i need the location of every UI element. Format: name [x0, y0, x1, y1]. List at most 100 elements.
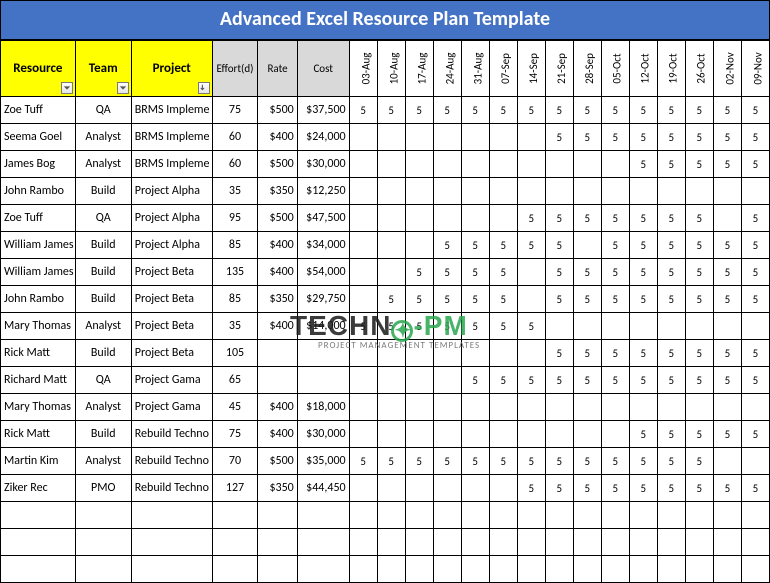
cell-day[interactable]	[433, 151, 461, 178]
cell-day[interactable]: 5	[629, 367, 657, 394]
cell-day[interactable]: 5	[489, 97, 517, 124]
cell-rate[interactable]: $500	[258, 448, 297, 475]
cell-day[interactable]: 5	[629, 205, 657, 232]
cell-resource[interactable]: William James	[1, 259, 76, 286]
cell-day[interactable]: 5	[657, 286, 685, 313]
cell-day[interactable]: 5	[741, 421, 769, 448]
cell-rate[interactable]: $400	[258, 259, 297, 286]
header-project[interactable]: Project	[131, 41, 212, 97]
cell-empty[interactable]	[75, 502, 131, 529]
cell-empty[interactable]	[489, 529, 517, 556]
cell-day[interactable]: 5	[573, 448, 601, 475]
cell-cost[interactable]: $37,500	[297, 97, 349, 124]
cell-project[interactable]: Project Beta	[131, 313, 212, 340]
cell-resource[interactable]: Mary Thomas	[1, 313, 76, 340]
cell-day[interactable]	[657, 178, 685, 205]
cell-day[interactable]: 5	[433, 313, 461, 340]
cell-empty[interactable]	[1, 529, 76, 556]
cell-cost[interactable]: $14,000	[297, 313, 349, 340]
cell-day[interactable]	[405, 394, 433, 421]
cell-effort[interactable]: 60	[212, 151, 258, 178]
cell-day[interactable]	[433, 178, 461, 205]
cell-day[interactable]: 5	[685, 259, 713, 286]
cell-day[interactable]	[405, 367, 433, 394]
cell-day[interactable]: 5	[741, 340, 769, 367]
cell-day[interactable]	[433, 340, 461, 367]
cell-team[interactable]: QA	[75, 367, 131, 394]
cell-team[interactable]: Analyst	[75, 124, 131, 151]
cell-day[interactable]	[461, 340, 489, 367]
cell-day[interactable]: 5	[601, 124, 629, 151]
cell-team[interactable]: Build	[75, 421, 131, 448]
cell-day[interactable]	[405, 421, 433, 448]
header-team[interactable]: Team	[75, 41, 131, 97]
cell-empty[interactable]	[461, 529, 489, 556]
cell-day[interactable]: 5	[601, 367, 629, 394]
cell-day[interactable]	[741, 448, 769, 475]
cell-empty[interactable]	[131, 529, 212, 556]
cell-project[interactable]: Project Beta	[131, 286, 212, 313]
cell-day[interactable]	[489, 178, 517, 205]
cell-project[interactable]: Rebuild Techno	[131, 475, 212, 502]
cell-cost[interactable]: $44,450	[297, 475, 349, 502]
cell-day[interactable]: 5	[573, 367, 601, 394]
cell-day[interactable]: 5	[545, 97, 573, 124]
cell-day[interactable]	[601, 178, 629, 205]
cell-day[interactable]	[601, 394, 629, 421]
cell-effort[interactable]: 70	[212, 448, 258, 475]
cell-project[interactable]: Project Alpha	[131, 232, 212, 259]
cell-day[interactable]: 5	[657, 367, 685, 394]
cell-empty[interactable]	[212, 556, 258, 583]
cell-day[interactable]: 5	[517, 232, 545, 259]
cell-effort[interactable]: 45	[212, 394, 258, 421]
cell-empty[interactable]	[629, 556, 657, 583]
cell-day[interactable]: 5	[461, 367, 489, 394]
cell-effort[interactable]: 35	[212, 313, 258, 340]
cell-day[interactable]	[349, 178, 377, 205]
cell-day[interactable]: 5	[601, 448, 629, 475]
cell-cost[interactable]: $18,000	[297, 394, 349, 421]
cell-day[interactable]: 5	[657, 97, 685, 124]
cell-effort[interactable]: 95	[212, 205, 258, 232]
cell-day[interactable]: 5	[685, 97, 713, 124]
cell-empty[interactable]	[741, 529, 769, 556]
cell-day[interactable]: 5	[405, 97, 433, 124]
cell-empty[interactable]	[297, 529, 349, 556]
cell-day[interactable]: 5	[741, 97, 769, 124]
cell-day[interactable]	[489, 151, 517, 178]
cell-day[interactable]: 5	[657, 205, 685, 232]
cell-day[interactable]: 5	[517, 97, 545, 124]
cell-day[interactable]: 5	[433, 97, 461, 124]
cell-rate[interactable]: $400	[258, 124, 297, 151]
cell-cost[interactable]: $24,000	[297, 124, 349, 151]
cell-empty[interactable]	[258, 529, 297, 556]
cell-day[interactable]	[489, 205, 517, 232]
cell-day[interactable]	[433, 124, 461, 151]
cell-team[interactable]: Analyst	[75, 151, 131, 178]
cell-day[interactable]: 5	[741, 475, 769, 502]
cell-empty[interactable]	[433, 556, 461, 583]
cell-day[interactable]: 5	[713, 232, 741, 259]
cell-day[interactable]: 5	[657, 475, 685, 502]
cell-resource[interactable]: Seema Goel	[1, 124, 76, 151]
cell-day[interactable]: 5	[713, 151, 741, 178]
cell-rate[interactable]	[258, 340, 297, 367]
cell-day[interactable]	[545, 151, 573, 178]
cell-day[interactable]	[713, 394, 741, 421]
cell-day[interactable]: 5	[657, 259, 685, 286]
cell-day[interactable]	[349, 475, 377, 502]
cell-day[interactable]: 5	[545, 124, 573, 151]
cell-team[interactable]: Analyst	[75, 313, 131, 340]
cell-day[interactable]	[601, 421, 629, 448]
cell-day[interactable]	[377, 340, 405, 367]
cell-cost[interactable]	[297, 367, 349, 394]
cell-day[interactable]: 5	[685, 151, 713, 178]
cell-empty[interactable]	[461, 556, 489, 583]
cell-project[interactable]: Rebuild Techno	[131, 448, 212, 475]
cell-empty[interactable]	[1, 556, 76, 583]
cell-rate[interactable]: $500	[258, 205, 297, 232]
cell-day[interactable]: 5	[629, 97, 657, 124]
cell-day[interactable]: 5	[685, 367, 713, 394]
cell-day[interactable]: 5	[685, 340, 713, 367]
cell-day[interactable]	[545, 313, 573, 340]
